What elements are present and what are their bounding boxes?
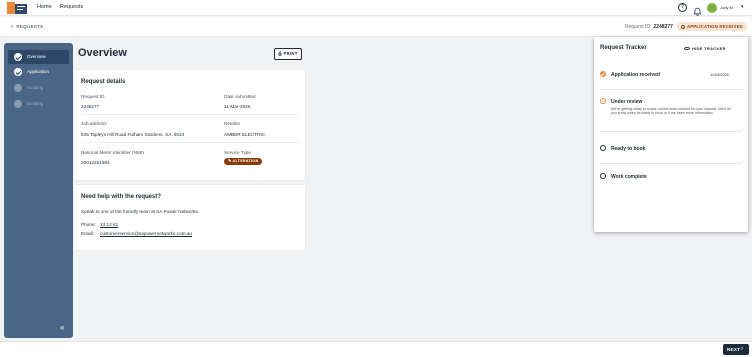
sidebar-item-scoping: Scoping — [8, 81, 69, 95]
bottom-action-bar: NEXT › — [0, 341, 752, 357]
divider — [600, 131, 742, 132]
print-button[interactable]: ⎙ PRINT — [274, 48, 302, 60]
retailer-value: AMBER ELECTRIC — [224, 132, 266, 137]
help-text: Speak to one of the friendly team at SA … — [81, 209, 200, 214]
next-button[interactable]: NEXT › — [723, 344, 749, 355]
nav-link-requests[interactable]: Requests — [60, 4, 83, 10]
nmi-value: 20012251984 — [81, 160, 110, 165]
next-label: NEXT — [727, 347, 741, 352]
back-to-requests-link[interactable]: ‹ REQUESTS — [11, 24, 43, 30]
divider — [600, 89, 742, 90]
request-details-card: Request details Request ID 2248277 Date … — [74, 70, 305, 180]
progress-sidebar: Overview Application Scoping Booking « — [4, 43, 73, 338]
sidebar-item-label: Booking — [27, 101, 44, 106]
nav-link-home[interactable]: Home — [37, 4, 52, 10]
collapse-sidebar-icon[interactable]: « — [60, 323, 64, 332]
status-label: APPLICATION RECEIVED — [687, 24, 743, 29]
sidebar-item-overview[interactable]: Overview — [8, 50, 69, 64]
request-header-bar: ‹ REQUESTS Request ID: 2248277 APPLICATION… — [0, 17, 752, 37]
tracker-step-date: 11/03/2026 — [710, 73, 729, 77]
nmi-label: National Meter Identifier (NMI) — [81, 150, 144, 155]
chevron-right-icon: › — [741, 346, 744, 352]
check-circle-icon — [14, 53, 22, 61]
bell-icon[interactable] — [693, 3, 702, 16]
step-circle-icon — [14, 100, 22, 108]
request-id-label: Request ID: — [625, 24, 652, 30]
service-type-label: Service Type — [224, 150, 252, 155]
divider — [600, 163, 742, 164]
status-icon — [681, 24, 685, 29]
phone-link[interactable]: 13 12 61 — [100, 222, 118, 227]
service-type-value: ALTERATION — [232, 159, 259, 163]
step-circle-icon — [600, 173, 606, 179]
tracker-step-label: Under review — [611, 99, 643, 105]
check-circle-icon — [600, 71, 606, 77]
tracker-title: Request Tracker — [600, 45, 647, 51]
tracker-step-label: Ready to book — [611, 146, 646, 152]
job-address-value: 545 Tapleys Hill Road Fulham Gardens, SA… — [81, 132, 185, 137]
request-id-value: 2248277 — [81, 104, 100, 109]
tracker-step-label: Application received — [611, 72, 660, 78]
tracker-step-label: Work complete — [611, 174, 647, 180]
eye-icon — [684, 47, 690, 50]
step-circle-icon — [600, 145, 606, 151]
sidebar-item-label: Application — [27, 69, 50, 74]
tracker-step-description: We're getting ready to scope out the wor… — [611, 107, 731, 116]
card-heading: Request details — [81, 79, 126, 85]
company-logo[interactable] — [7, 2, 27, 14]
job-address-label: Job address — [81, 121, 107, 126]
request-id-value: 2248277 — [653, 24, 673, 30]
request-id-header: Request ID: 2248277 — [625, 24, 673, 30]
request-id-label: Request ID — [81, 94, 105, 99]
date-submitted-value: 11-Mar-2026 — [224, 104, 251, 109]
page-title: Overview — [78, 47, 127, 59]
phone-label: Phone: — [81, 222, 96, 227]
check-circle-icon — [14, 68, 22, 76]
status-badge: APPLICATION RECEIVED — [677, 22, 747, 31]
sidebar-item-label: Scoping — [27, 85, 44, 90]
user-name[interactable]: Jody M. — [720, 5, 734, 10]
avatar[interactable] — [707, 3, 717, 13]
sidebar-item-label: Overview — [27, 54, 46, 59]
hide-tracker-button[interactable]: HIDE TRACKER — [684, 46, 726, 51]
divider — [81, 114, 298, 115]
date-submitted-label: Date submitted — [224, 94, 256, 99]
chevron-down-icon[interactable]: ▾ — [741, 4, 744, 10]
card-heading: Need help with the request? — [81, 194, 162, 200]
print-label: PRINT — [283, 51, 298, 56]
sidebar-item-application[interactable]: Application — [8, 65, 69, 79]
chevron-left-icon: ‹ — [11, 24, 14, 30]
sidebar-item-booking: Booking — [8, 97, 69, 111]
email-link[interactable]: customerservice@sapowernetworks.com.au — [100, 231, 192, 236]
help-card: Need help with the request? Speak to one… — [74, 185, 305, 250]
divider — [81, 142, 298, 143]
request-tracker-panel: Request Tracker HIDE TRACKER Application… — [594, 37, 748, 232]
back-label: REQUESTS — [16, 24, 44, 29]
email-label: Email: — [81, 231, 95, 236]
retailer-label: Retailer — [224, 121, 241, 126]
step-circle-icon — [14, 84, 22, 92]
step-circle-icon — [600, 98, 606, 104]
service-type-badge: ✎ ALTERATION — [224, 158, 263, 165]
top-nav: Home Requests ? Jody M. ▾ — [0, 0, 752, 16]
help-icon[interactable]: ? — [678, 3, 687, 12]
hide-tracker-label: HIDE TRACKER — [692, 46, 726, 51]
